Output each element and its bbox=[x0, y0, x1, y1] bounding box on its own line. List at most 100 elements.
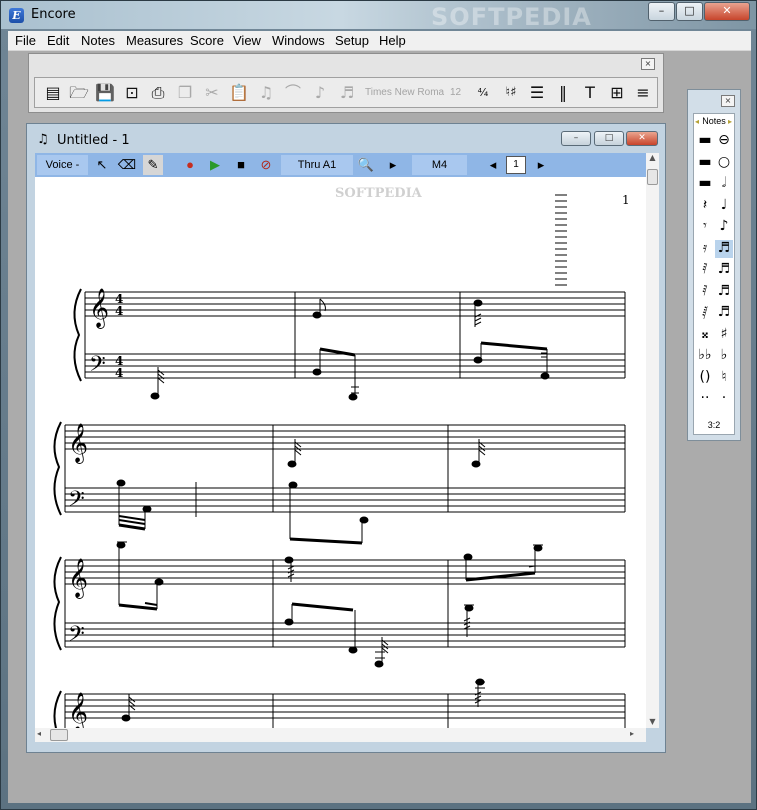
metronome-off-icon[interactable]: ⊘ bbox=[256, 155, 276, 175]
menu-setup[interactable]: Setup bbox=[335, 33, 369, 48]
palette-symbol-icon[interactable]: 𝅁 bbox=[696, 304, 714, 322]
barlines-icon[interactable]: ‖ bbox=[551, 81, 575, 105]
palette-symbol-icon[interactable]: 𝅀 bbox=[696, 261, 714, 279]
palette-symbol-icon[interactable]: 𝄪 bbox=[696, 326, 714, 344]
scroll-up-icon[interactable]: ▲ bbox=[646, 153, 659, 162]
palette-symbol-icon[interactable]: () bbox=[696, 369, 714, 387]
palette-symbol-icon[interactable]: 𝄿 bbox=[696, 240, 714, 258]
font-size-field[interactable]: 12 bbox=[450, 87, 461, 98]
palette-symbol-icon[interactable]: ⊖ bbox=[715, 132, 733, 150]
palette-symbol-icon[interactable]: · bbox=[715, 390, 733, 408]
palette-symbol-icon[interactable]: ♭ bbox=[715, 347, 733, 365]
save-disk-icon[interactable]: 💾 bbox=[93, 81, 117, 105]
tie-icon[interactable]: ♫ bbox=[254, 81, 278, 105]
app-logo-icon: E bbox=[9, 8, 24, 23]
horizontal-scroll-thumb[interactable] bbox=[50, 729, 68, 741]
new-file-icon[interactable]: ▤ bbox=[41, 81, 65, 105]
print-icon[interactable]: ⎙ bbox=[146, 81, 170, 105]
staves-icon[interactable]: ☰ bbox=[525, 81, 549, 105]
palette-close-button[interactable]: × bbox=[721, 95, 735, 107]
document-watermark: SOFTPEDIA bbox=[335, 186, 423, 201]
palette-symbol-icon[interactable]: ♯ bbox=[715, 326, 733, 344]
cut-icon[interactable]: ✂ bbox=[200, 81, 224, 105]
zoom-icon[interactable]: 🔍 bbox=[356, 155, 376, 175]
palette-symbol-icon[interactable]: 𝅗𝅥 bbox=[715, 175, 733, 193]
forward-icon[interactable]: ▸ bbox=[383, 155, 403, 175]
score-canvas[interactable]: 𝄞 𝄢 4 4 4 4 𝄞 𝄢 𝄞 𝄢 𝄞 SOFTPEDIA bbox=[35, 177, 646, 728]
doc-close-button[interactable]: ✕ bbox=[626, 131, 658, 146]
menu-notes[interactable]: Notes bbox=[81, 33, 115, 48]
copy-icon[interactable]: ❐ bbox=[173, 81, 197, 105]
main-toolbar-palette: × ▤ 🗁 💾 ⊡ ⎙ ❐ ✂ 📋 ♫ ⌒ ♪ ♬ Times New Roma… bbox=[28, 53, 664, 113]
triplet-icon[interactable]: ♬ bbox=[335, 81, 359, 105]
page-indicator[interactable]: 1 bbox=[506, 156, 526, 174]
tuplet-ratio[interactable]: 3:2 bbox=[694, 420, 734, 430]
toolbar-close-button[interactable]: × bbox=[641, 58, 655, 70]
playback-range-field[interactable]: Thru A1 bbox=[281, 155, 353, 175]
document-toolbar: Voice - ↖ ⌫ ✎ ● ▶ ■ ⊘ Thru A1 🔍 ▸ M4 ◂ 1… bbox=[35, 153, 659, 177]
palette-symbol-icon[interactable]: 𝄾 bbox=[696, 218, 714, 236]
time-signature-icon[interactable]: ⁴⁄₄ bbox=[471, 81, 495, 105]
horizontal-scrollbar[interactable]: ◂ ▸ bbox=[35, 728, 646, 742]
vertical-scroll-thumb[interactable] bbox=[647, 169, 658, 185]
menu-help[interactable]: Help bbox=[379, 33, 406, 48]
eraser-tool-icon[interactable]: ⌫ bbox=[117, 155, 137, 175]
key-signature-icon[interactable]: ♮♯ bbox=[499, 81, 523, 105]
scroll-left-icon[interactable]: ◂ bbox=[37, 729, 41, 738]
palette-symbol-icon[interactable]: ▬ bbox=[696, 132, 714, 150]
pencil-tool-icon[interactable]: ✎ bbox=[143, 155, 163, 175]
palette-symbol-icon[interactable]: ♩ bbox=[715, 197, 733, 215]
svg-text:𝄢: 𝄢 bbox=[68, 622, 85, 652]
menu-score[interactable]: Score bbox=[190, 33, 224, 48]
vertical-scrollbar[interactable]: ▲ ▼ bbox=[646, 153, 659, 728]
palette-symbol-icon[interactable]: ♬ bbox=[715, 304, 733, 322]
open-folder-icon[interactable]: 🗁 bbox=[67, 81, 91, 105]
paste-icon[interactable]: 📋 bbox=[227, 81, 251, 105]
flip-stem-icon[interactable]: ♪ bbox=[308, 81, 332, 105]
pointer-tool-icon[interactable]: ↖ bbox=[92, 155, 112, 175]
palette-symbol-icon[interactable]: ♮ bbox=[715, 369, 733, 387]
menu-edit[interactable]: Edit bbox=[47, 33, 69, 48]
voice-selector[interactable]: Voice - bbox=[37, 155, 88, 175]
palette-symbol-icon[interactable]: ▬ bbox=[696, 154, 714, 172]
score-page[interactable]: 1 𝄞 𝄢 4 4 4 4 𝄞 𝄢 𝄞 𝄢 𝄞 SOFTPEDIA bbox=[35, 177, 646, 728]
svg-text:𝄞: 𝄞 bbox=[89, 288, 109, 329]
menu-measures[interactable]: Measures bbox=[126, 33, 183, 48]
insert-page-icon[interactable]: ⊞ bbox=[605, 81, 629, 105]
measure-field[interactable]: M4 bbox=[412, 155, 467, 175]
next-page-icon[interactable]: ▸ bbox=[531, 155, 551, 175]
palette-symbol-icon[interactable]: ·· bbox=[696, 390, 714, 408]
scroll-right-icon[interactable]: ▸ bbox=[630, 729, 634, 738]
slur-icon[interactable]: ⌒ bbox=[281, 81, 305, 105]
palette-symbol-icon[interactable]: ♬ bbox=[715, 283, 733, 301]
status-strip bbox=[8, 781, 751, 803]
doc-maximize-button[interactable]: □ bbox=[594, 131, 624, 146]
palette-symbol-icon[interactable]: 𝅀 bbox=[696, 283, 714, 301]
window-title: Encore bbox=[31, 7, 76, 22]
close-button[interactable]: ✕ bbox=[704, 2, 750, 21]
palette-symbol-icon[interactable]: ▬ bbox=[696, 175, 714, 193]
palette-symbol-icon[interactable]: ○ bbox=[715, 154, 733, 172]
add-staff-icon[interactable]: ≡ bbox=[631, 81, 655, 105]
palette-symbol-icon[interactable]: ♪ bbox=[715, 218, 733, 236]
maximize-button[interactable]: □ bbox=[676, 2, 703, 21]
text-icon[interactable]: T bbox=[578, 81, 602, 105]
stop-icon[interactable]: ■ bbox=[231, 155, 251, 175]
palette-symbol-icon[interactable]: 𝄽 bbox=[696, 197, 714, 215]
palette-symbol-icon[interactable]: ♭♭ bbox=[696, 347, 714, 365]
page-setup-icon[interactable]: ⊡ bbox=[120, 81, 144, 105]
doc-minimize-button[interactable]: – bbox=[561, 131, 591, 146]
prev-page-icon[interactable]: ◂ bbox=[483, 155, 503, 175]
menu-windows[interactable]: Windows bbox=[272, 33, 325, 48]
font-name-field[interactable]: Times New Roma bbox=[365, 87, 444, 98]
svg-text:𝄢: 𝄢 bbox=[68, 487, 85, 517]
palette-symbol-icon[interactable]: ♬ bbox=[715, 261, 733, 279]
scroll-down-icon[interactable]: ▼ bbox=[646, 717, 659, 726]
minimize-button[interactable]: – bbox=[648, 2, 675, 21]
menu-view[interactable]: View bbox=[233, 33, 261, 48]
menu-file[interactable]: File bbox=[15, 33, 36, 48]
palette-symbol-icon[interactable]: ♬ bbox=[715, 239, 733, 258]
record-icon[interactable]: ● bbox=[180, 155, 200, 175]
palette-next-icon[interactable]: ▸ bbox=[728, 117, 732, 126]
play-icon[interactable]: ▶ bbox=[205, 155, 225, 175]
